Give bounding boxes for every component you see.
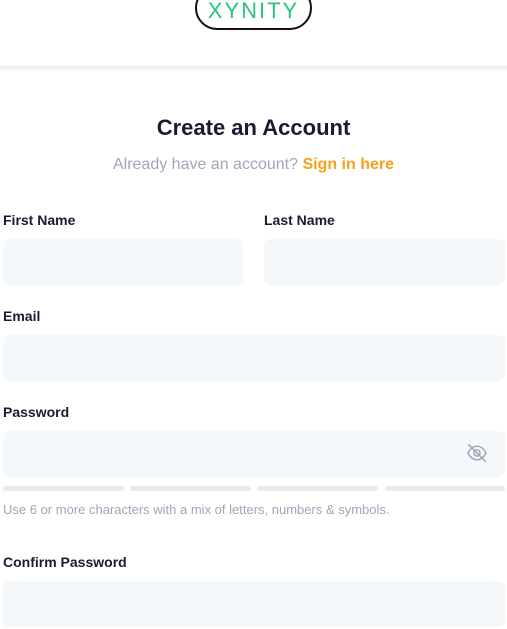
confirm-password-input[interactable] bbox=[3, 581, 505, 627]
email-input[interactable] bbox=[3, 335, 505, 381]
header-divider bbox=[0, 66, 507, 72]
header: XYNITY bbox=[0, 0, 507, 66]
eye-slash-icon[interactable] bbox=[466, 443, 488, 463]
first-name-input[interactable] bbox=[3, 239, 243, 285]
password-strength-segment bbox=[257, 486, 378, 491]
email-label: Email bbox=[3, 308, 41, 324]
first-name-label: First Name bbox=[3, 212, 76, 228]
password-label: Password bbox=[3, 404, 70, 420]
confirm-password-label: Confirm Password bbox=[3, 554, 127, 570]
password-strength-segment bbox=[130, 486, 251, 491]
logo[interactable]: XYNITY bbox=[195, 0, 312, 30]
subtitle: Already have an account? Sign in here bbox=[0, 156, 507, 174]
sign-in-link[interactable]: Sign in here bbox=[302, 156, 394, 173]
password-hint: Use 6 or more characters with a mix of l… bbox=[3, 502, 390, 517]
password-strength-segment bbox=[385, 486, 505, 491]
page-title: Create an Account bbox=[156, 115, 351, 140]
subtitle-text: Already have an account? bbox=[112, 156, 298, 173]
last-name-label: Last Name bbox=[264, 212, 335, 228]
logo-text: XYNITY bbox=[207, 0, 300, 23]
password-input[interactable] bbox=[3, 431, 505, 477]
password-strength-segment bbox=[3, 486, 124, 491]
last-name-input[interactable] bbox=[264, 239, 505, 285]
